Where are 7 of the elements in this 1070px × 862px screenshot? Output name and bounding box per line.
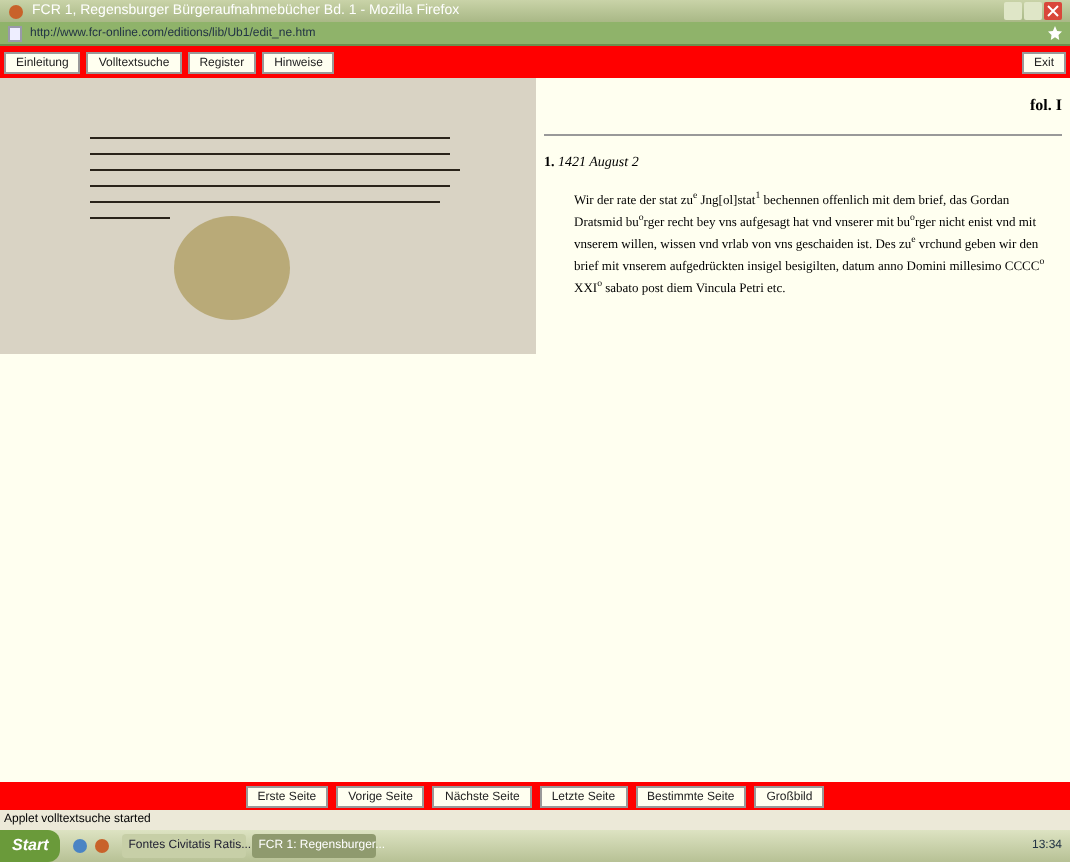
star-icon[interactable] (1048, 26, 1062, 40)
browser-icon[interactable] (94, 838, 111, 854)
close-icon[interactable] (1044, 2, 1062, 20)
browser-logo-icon (8, 3, 24, 19)
wax-seal-drawing (172, 214, 292, 322)
folio-heading: fol. I (1028, 94, 1062, 118)
page-icon (8, 25, 22, 41)
